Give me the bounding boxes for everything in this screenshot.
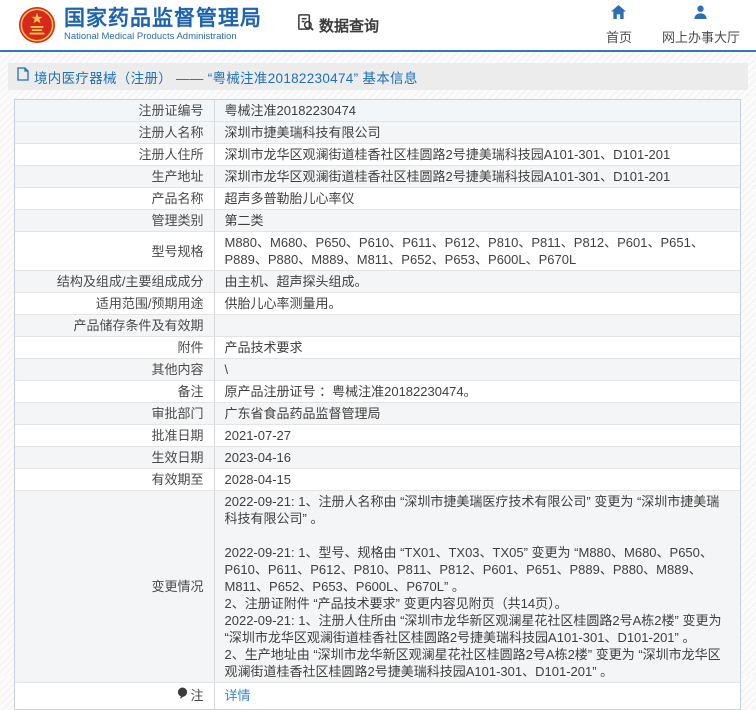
row-value: 2022-09-21: 1、注册人名称由 “深圳市捷美瑞医疗技术有限公司” 变更… bbox=[214, 490, 740, 683]
detail-link[interactable]: 详情 bbox=[225, 688, 251, 703]
nav-online-hall-label: 网上办事大厅 bbox=[661, 29, 740, 45]
row-value-paragraph: 2022-09-21: 1、型号、规格由 “TX01、TX03、TX05” 变更… bbox=[224, 545, 713, 594]
nav-online-hall[interactable]: 网上办事大厅 bbox=[662, 5, 740, 46]
row-value: 深圳市龙华区观澜街道桂香社区桂圆路2号捷美瑞科技园A101-301、D101-2… bbox=[214, 143, 740, 166]
row-label: 有效期至 bbox=[15, 468, 215, 491]
row-value: 广东省食品药品监督管理局 bbox=[214, 402, 740, 425]
table-row: 产品储存条件及有效期 bbox=[15, 314, 740, 337]
row-value-paragraph: 2、注册证附件 “产品技术要求” 变更内容见附页（共14页）。 bbox=[224, 596, 568, 611]
row-label: 其他内容 bbox=[15, 358, 215, 381]
note-row: 注 详情 bbox=[15, 682, 740, 709]
row-value-paragraph bbox=[225, 527, 731, 544]
info-table-body: 注册证编号 粤械注准20182230474 注册人名称 深圳市捷美瑞科技有限公司 注册人… bbox=[15, 100, 740, 709]
page-doc-icon bbox=[17, 67, 29, 86]
row-label: 生产地址 bbox=[15, 165, 215, 188]
row-value: 由主机、超声探头组成。 bbox=[214, 270, 740, 293]
row-value: M880、M680、P650、P610、P611、P612、P810、P811、… bbox=[214, 231, 740, 271]
row-label: 型号规格 bbox=[15, 231, 215, 271]
row-value: 产品技术要求 bbox=[214, 336, 740, 359]
table-row: 其他内容 \ bbox=[15, 358, 740, 381]
national-emblem-icon bbox=[18, 6, 56, 44]
row-value: 2028-04-15 bbox=[214, 468, 740, 491]
table-row: 审批部门 广东省食品药品监督管理局 bbox=[15, 402, 740, 425]
row-label: 备注 bbox=[15, 380, 215, 403]
table-row: 变更情况 2022-09-21: 1、注册人名称由 “深圳市捷美瑞医疗技术有限公司… bbox=[15, 490, 740, 683]
page-title: 境内医疗器械（注册） —— “粤械注准20182230474” 基本信息 bbox=[34, 70, 418, 86]
row-value: 深圳市龙华区观澜街道桂香社区桂圆路2号捷美瑞科技园A101-301、D101-2… bbox=[214, 165, 740, 188]
row-label: 注册人住所 bbox=[15, 143, 215, 166]
row-label: 生效日期 bbox=[15, 446, 215, 469]
row-value-paragraph: 2022-09-21: 1、注册人住所由 “深圳市龙华新区观澜星花社区桂圆路2号… bbox=[224, 613, 722, 645]
table-row: 生产地址 深圳市龙华区观澜街道桂香社区桂圆路2号捷美瑞科技园A101-301、D1… bbox=[15, 165, 740, 188]
nav-home[interactable]: 首页 bbox=[605, 4, 632, 46]
table-row: 注册人名称 深圳市捷美瑞科技有限公司 bbox=[15, 121, 740, 144]
table-row: 备注 原产品注册证号 ：粤械注准20182230474。 bbox=[15, 380, 740, 403]
row-label: 附件 bbox=[15, 336, 215, 359]
table-row: 产品名称 超声多普勒胎儿心率仪 bbox=[15, 187, 740, 210]
person-icon bbox=[693, 5, 708, 24]
row-value: 2021-07-27 bbox=[214, 424, 740, 447]
registration-info-table: 注册证编号 粤械注准20182230474 注册人名称 深圳市捷美瑞科技有限公司 注册人… bbox=[14, 99, 741, 710]
row-value: 粤械注准20182230474 bbox=[214, 100, 740, 122]
table-row: 注册证编号 粤械注准20182230474 bbox=[15, 100, 740, 122]
row-label: 注册人名称 bbox=[15, 121, 215, 144]
table-row: 管理类别 第二类 bbox=[15, 209, 740, 232]
page-title-bar: 境内医疗器械（注册） —— “粤械注准20182230474” 基本信息 bbox=[8, 63, 748, 90]
row-label: 适用范围/预期用途 bbox=[15, 292, 215, 315]
note-row-value-cell: 详情 bbox=[214, 683, 740, 709]
table-row: 型号规格 M880、M680、P650、P610、P611、P612、P810、P… bbox=[15, 231, 740, 271]
row-label: 产品储存条件及有效期 bbox=[15, 314, 215, 337]
row-label: 批准日期 bbox=[15, 424, 215, 447]
row-value: 第二类 bbox=[214, 209, 740, 232]
table-row: 结构及组成/主要组成成分 由主机、超声探头组成。 bbox=[15, 270, 740, 293]
row-value-paragraph: 2022-09-21: 1、注册人名称由 “深圳市捷美瑞医疗技术有限公司” 变更… bbox=[224, 494, 720, 526]
row-value: 供胎儿心率测量用。 bbox=[214, 292, 740, 315]
agency-name-en: National Medical Products Administration bbox=[64, 31, 237, 43]
row-value bbox=[214, 314, 740, 337]
table-row: 适用范围/预期用途 供胎儿心率测量用。 bbox=[15, 292, 740, 315]
row-value-paragraph: 2、生产地址由 “深圳市龙华新区观澜星花社区桂圆路2号A栋2楼” 变更为 “深圳… bbox=[224, 647, 721, 679]
row-label: 产品名称 bbox=[15, 187, 215, 210]
row-value: 深圳市捷美瑞科技有限公司 bbox=[214, 121, 740, 144]
table-row: 批准日期 2021-07-27 bbox=[15, 424, 740, 447]
row-label: 结构及组成/主要组成成分 bbox=[15, 270, 215, 293]
nav-data-query[interactable]: 数据查询 bbox=[296, 13, 379, 37]
nav-home-label: 首页 bbox=[605, 29, 632, 45]
table-row: 注册人住所 深圳市龙华区观澜街道桂香社区桂圆路2号捷美瑞科技园A101-301、D… bbox=[15, 143, 740, 166]
home-icon bbox=[611, 4, 627, 24]
row-label: 管理类别 bbox=[15, 209, 215, 232]
top-nav: 首页 网上办事大厅 bbox=[605, 4, 740, 46]
row-label: 审批部门 bbox=[15, 402, 215, 425]
row-value: 2023-04-16 bbox=[214, 446, 740, 469]
agency-brand: 国家药品监督管理局 National Medical Products Admi… bbox=[18, 6, 262, 44]
table-row: 有效期至 2028-04-15 bbox=[15, 468, 740, 491]
agency-name-cn: 国家药品监督管理局 bbox=[64, 6, 262, 30]
note-label-text: 注 bbox=[190, 688, 204, 704]
comment-icon bbox=[177, 687, 188, 704]
table-row: 生效日期 2023-04-16 bbox=[15, 446, 740, 469]
row-label: 变更情况 bbox=[15, 490, 215, 683]
row-label: 注册证编号 bbox=[15, 100, 215, 122]
row-value: 原产品注册证号 ：粤械注准20182230474。 bbox=[214, 380, 740, 403]
row-value: \ bbox=[214, 358, 740, 381]
row-value: 超声多普勒胎儿心率仪 bbox=[214, 187, 740, 210]
note-row-label-cell: 注 bbox=[15, 682, 215, 709]
document-search-icon bbox=[296, 13, 315, 37]
nav-data-query-label: 数据查询 bbox=[319, 17, 380, 35]
top-header: 国家药品监督管理局 National Medical Products Admi… bbox=[0, 0, 756, 52]
table-row: 附件 产品技术要求 bbox=[15, 336, 740, 359]
